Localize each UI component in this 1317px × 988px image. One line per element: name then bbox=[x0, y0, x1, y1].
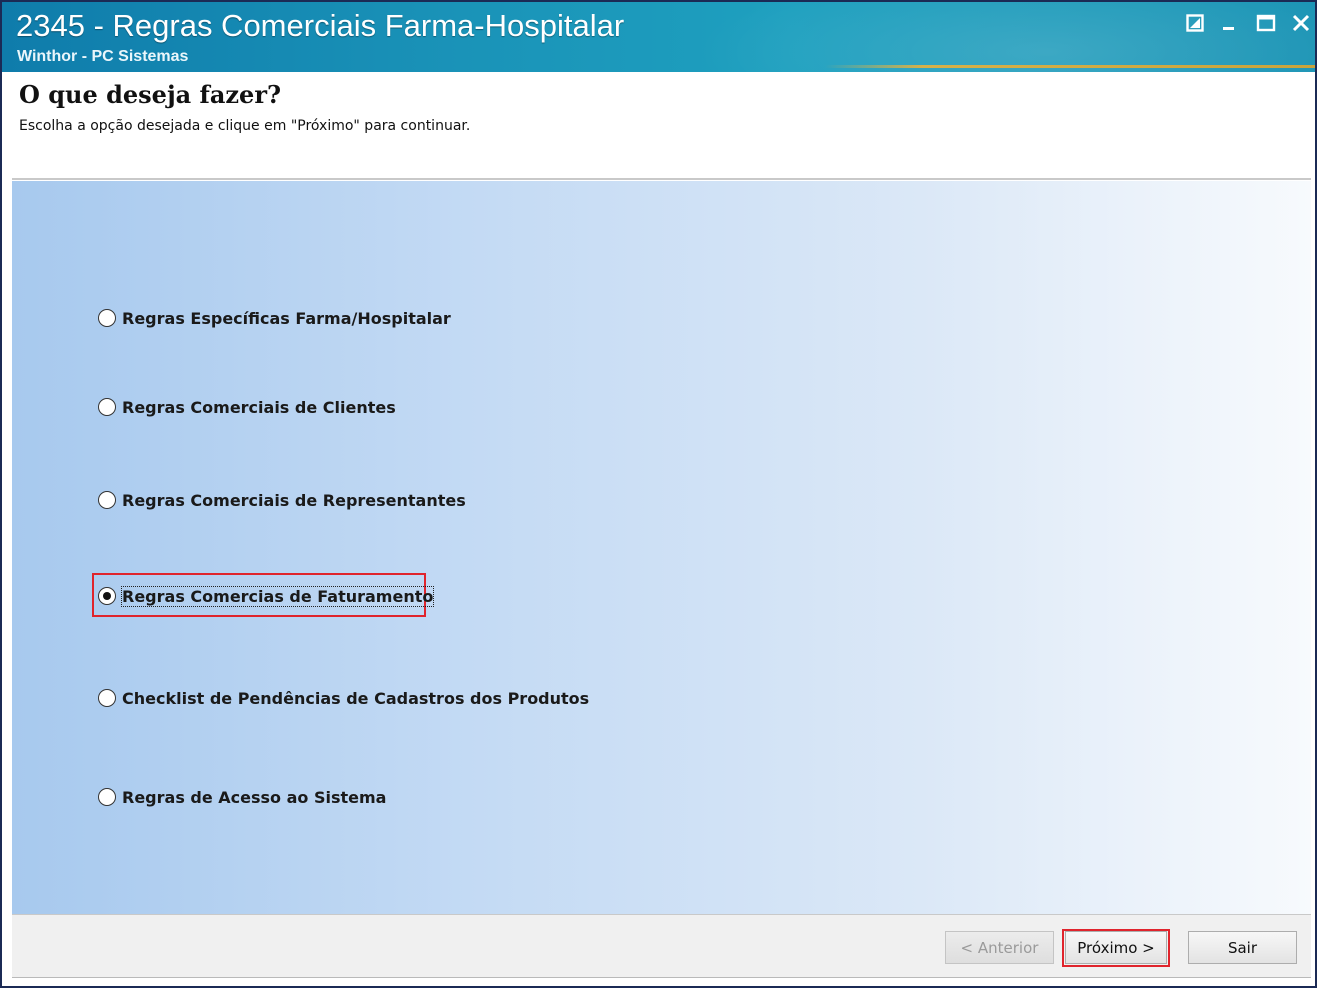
option-regras-clientes[interactable]: Regras Comerciais de Clientes bbox=[98, 395, 396, 419]
previous-button[interactable]: < Anterior bbox=[945, 931, 1054, 964]
radio-button[interactable] bbox=[98, 788, 116, 806]
option-regras-acesso[interactable]: Regras de Acesso ao Sistema bbox=[98, 785, 386, 809]
radio-button[interactable] bbox=[98, 491, 116, 509]
exit-button[interactable]: Sair bbox=[1188, 931, 1297, 964]
title-bar-accent-line bbox=[825, 65, 1315, 68]
window-subtitle: Winthor - PC Sistemas bbox=[17, 48, 189, 65]
option-regras-especificas[interactable]: Regras Específicas Farma/Hospitalar bbox=[98, 306, 451, 330]
options-panel: Regras Específicas Farma/Hospitalar Regr… bbox=[12, 181, 1311, 914]
wizard-header: O que deseja fazer? Escolha a opção dese… bbox=[12, 74, 1311, 180]
option-label: Regras Comerciais de Clientes bbox=[122, 397, 396, 417]
option-label: Regras de Acesso ao Sistema bbox=[122, 787, 387, 807]
option-label: Checklist de Pendências de Cadastros dos… bbox=[122, 688, 590, 708]
maximize-icon[interactable] bbox=[1253, 10, 1279, 36]
page-description: Escolha a opção desejada e clique em "Pr… bbox=[19, 118, 471, 134]
option-regras-faturamento[interactable]: Regras Comercias de Faturamento bbox=[98, 584, 435, 608]
radio-button-selected[interactable] bbox=[98, 587, 116, 605]
option-label: Regras Específicas Farma/Hospitalar bbox=[122, 308, 451, 328]
radio-button[interactable] bbox=[98, 309, 116, 327]
minimize-icon[interactable] bbox=[1216, 10, 1242, 36]
radio-button[interactable] bbox=[98, 689, 116, 707]
next-button[interactable]: Próximo > bbox=[1065, 931, 1167, 964]
wizard-window: 2345 - Regras Comerciais Farma-Hospitala… bbox=[0, 0, 1317, 988]
page-title: O que deseja fazer? bbox=[19, 80, 282, 109]
radio-button[interactable] bbox=[98, 398, 116, 416]
close-icon[interactable] bbox=[1288, 10, 1314, 36]
window-title: 2345 - Regras Comerciais Farma-Hospitala… bbox=[16, 8, 625, 43]
option-checklist-pendencias[interactable]: Checklist de Pendências de Cadastros dos… bbox=[98, 686, 589, 710]
title-bar[interactable]: 2345 - Regras Comerciais Farma-Hospitala… bbox=[2, 2, 1315, 72]
option-regras-representantes[interactable]: Regras Comerciais de Representantes bbox=[98, 488, 466, 512]
wizard-footer: < Anterior Próximo > Sair bbox=[12, 914, 1311, 978]
option-label: Regras Comercias de Faturamento bbox=[120, 585, 435, 607]
restore-icon[interactable] bbox=[1182, 10, 1208, 36]
option-label: Regras Comerciais de Representantes bbox=[122, 490, 466, 510]
